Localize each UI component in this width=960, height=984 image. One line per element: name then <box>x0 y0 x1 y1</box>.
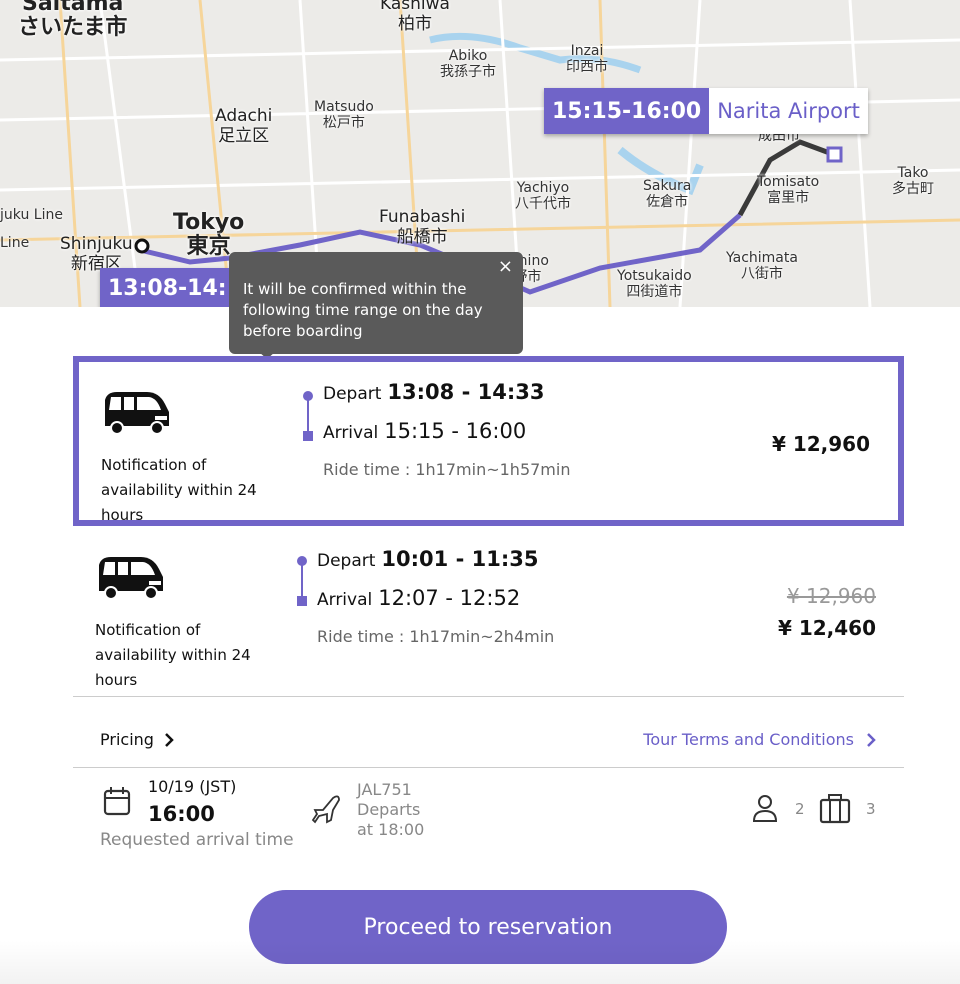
map-label: Yachiyo 八千代市 <box>515 180 571 212</box>
availability-notice: Notification of availability within 24 h… <box>95 621 251 689</box>
tooltip: × It will be confirmed within the follow… <box>229 252 523 359</box>
flight-departs: Departs <box>357 800 421 819</box>
bus-icon <box>99 557 163 600</box>
map-label: Tomisato 富里市 <box>757 174 820 206</box>
map-label: Saitama さいたま市 <box>18 0 128 40</box>
arrival-time-range: 15:15-16:00 <box>544 88 710 134</box>
arrival-place: Narita Airport <box>709 88 868 134</box>
ride-time: Ride time : 1h17min~1h57min <box>323 460 571 479</box>
depart-time: 13:08 - 14:33 <box>387 380 545 404</box>
pricing-link[interactable]: Pricing <box>100 730 174 749</box>
map-label: Sakura 佐倉市 <box>643 178 692 210</box>
chevron-right-icon <box>165 732 174 747</box>
chevron-right-icon <box>867 732 876 747</box>
map-label: Inzai 印西市 <box>566 43 608 75</box>
luggage-icon <box>819 794 851 824</box>
pricing-label: Pricing <box>100 730 154 749</box>
terms-label: Tour Terms and Conditions <box>643 730 854 749</box>
arrival-time: 16:00 <box>148 802 215 826</box>
option-card-selected[interactable]: Notification of availability within 24 h… <box>73 356 904 526</box>
map-label: juku Line <box>0 207 63 223</box>
arrival-label: Arrival <box>317 590 373 610</box>
close-icon[interactable]: × <box>498 256 513 277</box>
map-label: Kashiwa 柏市 <box>380 0 450 34</box>
depart-time: 10:01 - 11:35 <box>381 547 539 571</box>
arrival-label: Arrival <box>323 423 379 443</box>
luggage-count: 3 <box>866 800 876 818</box>
proceed-to-reservation-button[interactable]: Proceed to reservation <box>249 890 727 964</box>
arrival-route-tag[interactable]: 15:15-16:00 Narita Airport <box>544 88 868 134</box>
depart-label: Depart <box>317 551 376 571</box>
requested-arrival-label: Requested arrival time <box>100 830 294 850</box>
date: 10/19 (JST) <box>148 777 237 796</box>
map-label: Adachi 足立区 <box>215 106 273 146</box>
terms-link[interactable]: Tour Terms and Conditions <box>643 730 876 749</box>
map-label: Matsudo 松戸市 <box>314 99 374 131</box>
map-label: Funabashi 船橋市 <box>379 207 466 247</box>
availability-notice: Notification of availability within 24 h… <box>101 456 257 524</box>
tooltip-text: It will be confirmed within the followin… <box>243 280 483 340</box>
flight-number: JAL751 <box>357 780 412 799</box>
passenger-count: 2 <box>795 800 805 818</box>
price: ¥ 12,960 <box>771 432 870 456</box>
map-label: Tako 多古町 <box>892 165 934 197</box>
discount-price: ¥ 12,460 <box>777 616 876 640</box>
map-label: Abiko 我孫子市 <box>440 48 496 80</box>
person-icon <box>752 795 778 822</box>
map-label: Yachimata 八街市 <box>726 250 798 282</box>
arrival-time: 15:15 - 16:00 <box>384 419 527 443</box>
map-label: Yotsukaido 四街道市 <box>617 268 692 300</box>
flight-departure-time: at 18:00 <box>357 820 425 839</box>
airplane-icon <box>311 795 340 824</box>
ride-time: Ride time : 1h17min~2h4min <box>317 627 555 646</box>
bus-icon <box>105 392 169 435</box>
original-price: ¥ 12,960 <box>786 584 876 608</box>
timeline-icon <box>303 391 313 441</box>
depart-label: Depart <box>323 384 382 404</box>
arrival-time: 12:07 - 12:52 <box>378 586 521 610</box>
map-label: Line <box>0 235 30 251</box>
option-card[interactable]: Notification of availability within 24 h… <box>73 527 904 697</box>
timeline-icon <box>297 556 307 606</box>
calendar-icon <box>103 787 131 816</box>
